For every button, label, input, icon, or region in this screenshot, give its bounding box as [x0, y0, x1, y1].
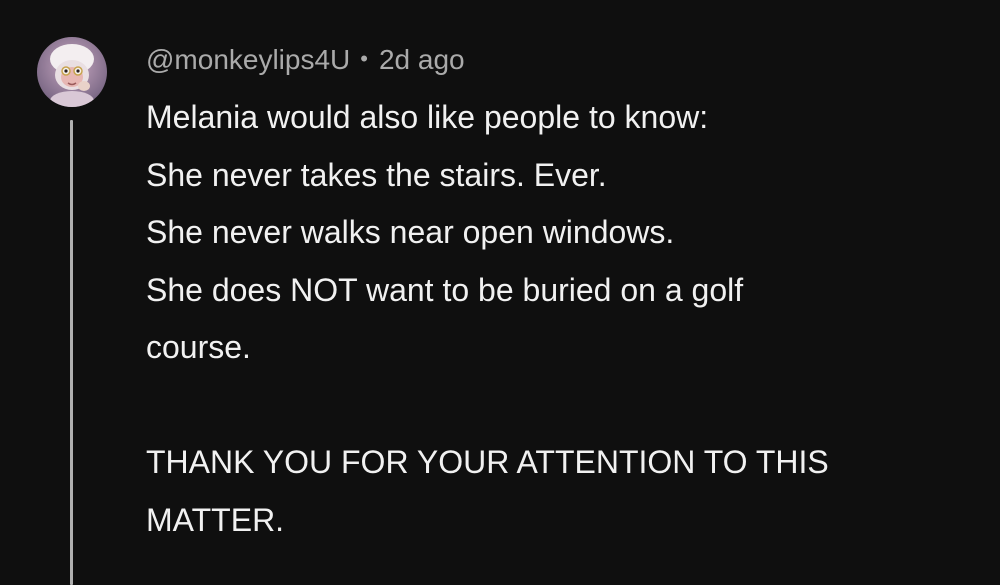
- comment-thread: @monkeylips4U • 2d ago Melania would als…: [0, 0, 1000, 585]
- reply-thread-line: [70, 120, 73, 585]
- comment-header: @monkeylips4U • 2d ago: [146, 42, 465, 78]
- comment-timestamp[interactable]: 2d ago: [379, 44, 465, 76]
- header-separator: •: [360, 46, 368, 71]
- author-handle[interactable]: @monkeylips4U: [146, 44, 350, 76]
- monkey-avatar-icon: [37, 37, 107, 107]
- comment-line: She does NOT want to be buried on a golf: [146, 271, 744, 308]
- comment-line: THANK YOU FOR YOUR ATTENTION TO THIS: [146, 444, 829, 480]
- comment-text: Melania would also like people to know: …: [146, 89, 936, 549]
- comment-line: MATTER.: [146, 501, 285, 538]
- comment-blank-line: [146, 377, 936, 435]
- comment-line: She never walks near open windows.: [146, 214, 675, 250]
- comment-line: Melania would also like people to know:: [146, 99, 709, 135]
- author-avatar[interactable]: [37, 37, 107, 107]
- comment-line: She never takes the stairs. Ever.: [146, 156, 607, 193]
- comment-line: course.: [146, 329, 251, 365]
